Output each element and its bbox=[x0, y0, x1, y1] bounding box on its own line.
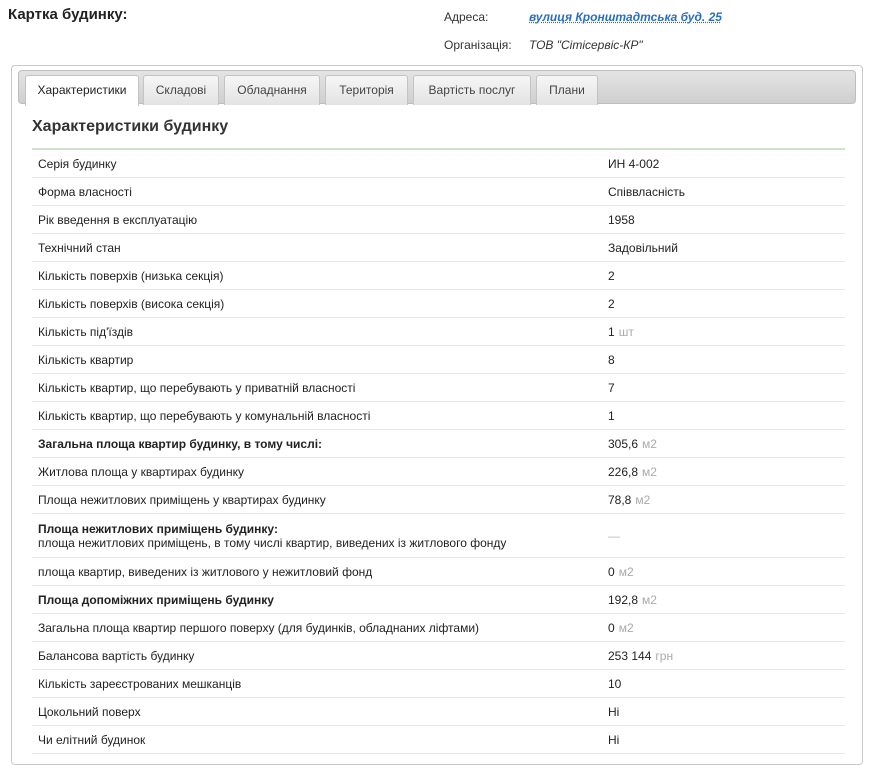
page-title: Картка будинку: bbox=[8, 6, 128, 23]
organization-value: ТОВ "Сітісервіс-КР" bbox=[529, 38, 643, 52]
table-row: Балансова вартість будинку 253 144 грн bbox=[32, 642, 845, 670]
row-value: — bbox=[608, 529, 620, 543]
table-row: Цокольний поверх Ні bbox=[32, 698, 845, 726]
row-label: Кількість під'їздів bbox=[38, 325, 133, 339]
row-label: Площа нежитлових приміщень будинку: площ… bbox=[38, 522, 506, 550]
row-label: Рік введення в експлуатацію bbox=[38, 213, 198, 227]
row-label: Кількість квартир, що перебувають у прив… bbox=[38, 381, 356, 395]
row-label: Загальна площа квартир будинку, в тому ч… bbox=[38, 437, 323, 451]
tab-service-cost[interactable]: Вартість послуг bbox=[413, 75, 531, 105]
row-value: 1958 bbox=[608, 213, 635, 227]
house-card-panel: Характеристики Складові Обладнання Терит… bbox=[11, 65, 863, 765]
tab-plans[interactable]: Плани bbox=[536, 75, 598, 105]
row-value: Співвласність bbox=[608, 185, 686, 199]
row-value: Задовільний bbox=[608, 241, 678, 255]
unit-label: м2 bbox=[618, 565, 634, 579]
tab-components[interactable]: Складові bbox=[143, 75, 219, 105]
row-label: Кількість поверхів (низька секція) bbox=[38, 269, 224, 283]
row-label: Форма власності bbox=[38, 185, 132, 199]
section-title: Характеристики будинку bbox=[32, 118, 229, 135]
row-value: 226,8 м2 bbox=[608, 465, 657, 479]
row-value: 10 bbox=[608, 677, 622, 691]
row-label: Чи елітний будинок bbox=[38, 733, 146, 747]
row-sublabel: площа нежитлових приміщень, в тому числі… bbox=[38, 536, 507, 550]
unit-label: м2 bbox=[635, 493, 651, 507]
tab-territory[interactable]: Територія bbox=[325, 75, 408, 105]
table-row: Кількість квартир, що перебувають у кому… bbox=[32, 402, 845, 430]
row-label: Серія будинку bbox=[38, 157, 117, 171]
tab-bar: Характеристики Складові Обладнання Терит… bbox=[18, 70, 856, 106]
row-value: 2 bbox=[608, 269, 615, 283]
tab-characteristics[interactable]: Характеристики bbox=[25, 75, 139, 106]
row-label: Цокольний поверх bbox=[38, 705, 141, 719]
row-value: 253 144 грн bbox=[608, 649, 674, 663]
table-row: Житлова площа у квартирах будинку 226,8 м… bbox=[32, 458, 845, 486]
row-value: 0 м2 bbox=[608, 565, 634, 579]
unit-label: м2 bbox=[642, 437, 657, 451]
table-row: площа квартир, виведених із житлового у … bbox=[32, 558, 845, 586]
row-label: Кількість квартир bbox=[38, 353, 134, 367]
table-row: Рік введення в експлуатацію 1958 bbox=[32, 206, 845, 234]
table-row: Кількість під'їздів 1 шт bbox=[32, 318, 845, 346]
table-row: Кількість поверхів (низька секція) 2 bbox=[32, 262, 845, 290]
unit-label: м2 bbox=[642, 593, 657, 607]
unit-label: шт bbox=[618, 325, 634, 339]
table-row: Площа нежитлових приміщень будинку: площ… bbox=[32, 514, 845, 558]
table-row: Серія будинку ИН 4-002 bbox=[32, 150, 845, 178]
row-label: площа квартир, виведених із житлового у … bbox=[38, 565, 373, 579]
row-label: Балансова вартість будинку bbox=[38, 649, 195, 663]
row-label: Площа допоміжних приміщень будинку bbox=[38, 593, 274, 607]
table-row: Загальна площа квартир будинку, в тому ч… bbox=[32, 430, 845, 458]
tab-equipment[interactable]: Обладнання bbox=[224, 75, 320, 105]
table-row: Кількість зареєстрованих мешканців 10 bbox=[32, 670, 845, 698]
row-value: 78,8 м2 bbox=[608, 493, 651, 507]
row-label: Житлова площа у квартирах будинку bbox=[38, 465, 244, 479]
row-label: Кількість зареєстрованих мешканців bbox=[38, 677, 242, 691]
row-value: Ні bbox=[608, 733, 620, 747]
table-row: Кількість квартир, що перебувають у прив… bbox=[32, 374, 845, 402]
row-value: 2 bbox=[608, 297, 615, 311]
table-row: Площа нежитлових приміщень у квартирах б… bbox=[32, 486, 845, 514]
table-row: Площа допоміжних приміщень будинку 192,8… bbox=[32, 586, 845, 614]
table-row: Кількість поверхів (висока секція) 2 bbox=[32, 290, 845, 318]
table-row: Кількість квартир 8 bbox=[32, 346, 845, 374]
row-value: 0 м2 bbox=[608, 621, 634, 635]
row-value: 1 шт bbox=[608, 325, 634, 339]
table-row: Технічний стан Задовільний bbox=[32, 234, 845, 262]
unit-label: м2 bbox=[642, 465, 657, 479]
row-label: Загальна площа квартир першого поверху (… bbox=[38, 621, 480, 635]
row-value: 7 bbox=[608, 381, 615, 395]
address-label: Адреса: bbox=[444, 10, 489, 24]
row-label: Кількість поверхів (висока секція) bbox=[38, 297, 225, 311]
row-label: Кількість квартир, що перебувають у кому… bbox=[38, 409, 371, 423]
organization-label: Організація: bbox=[444, 38, 512, 52]
unit-label: м2 bbox=[618, 621, 634, 635]
row-label: Площа нежитлових приміщень у квартирах б… bbox=[38, 493, 326, 507]
address-link[interactable]: вулиця Кронштадтська буд. 25 bbox=[529, 10, 722, 24]
table-row: Чи елітний будинок Ні bbox=[32, 726, 845, 754]
row-label: Технічний стан bbox=[38, 241, 121, 255]
row-value: 8 bbox=[608, 353, 615, 367]
characteristics-table: Серія будинку ИН 4-002 Форма власності С… bbox=[32, 150, 845, 754]
row-value: ИН 4-002 bbox=[608, 157, 660, 171]
table-row: Форма власності Співвласність bbox=[32, 178, 845, 206]
row-label-main: Площа нежитлових приміщень будинку: bbox=[38, 522, 278, 536]
unit-label: грн bbox=[655, 649, 674, 663]
table-row: Загальна площа квартир першого поверху (… bbox=[32, 614, 845, 642]
row-value: Ні bbox=[608, 705, 620, 719]
row-value: 192,8 м2 bbox=[608, 593, 657, 607]
row-value: 305,6 м2 bbox=[608, 437, 657, 451]
row-value: 1 bbox=[608, 409, 615, 423]
